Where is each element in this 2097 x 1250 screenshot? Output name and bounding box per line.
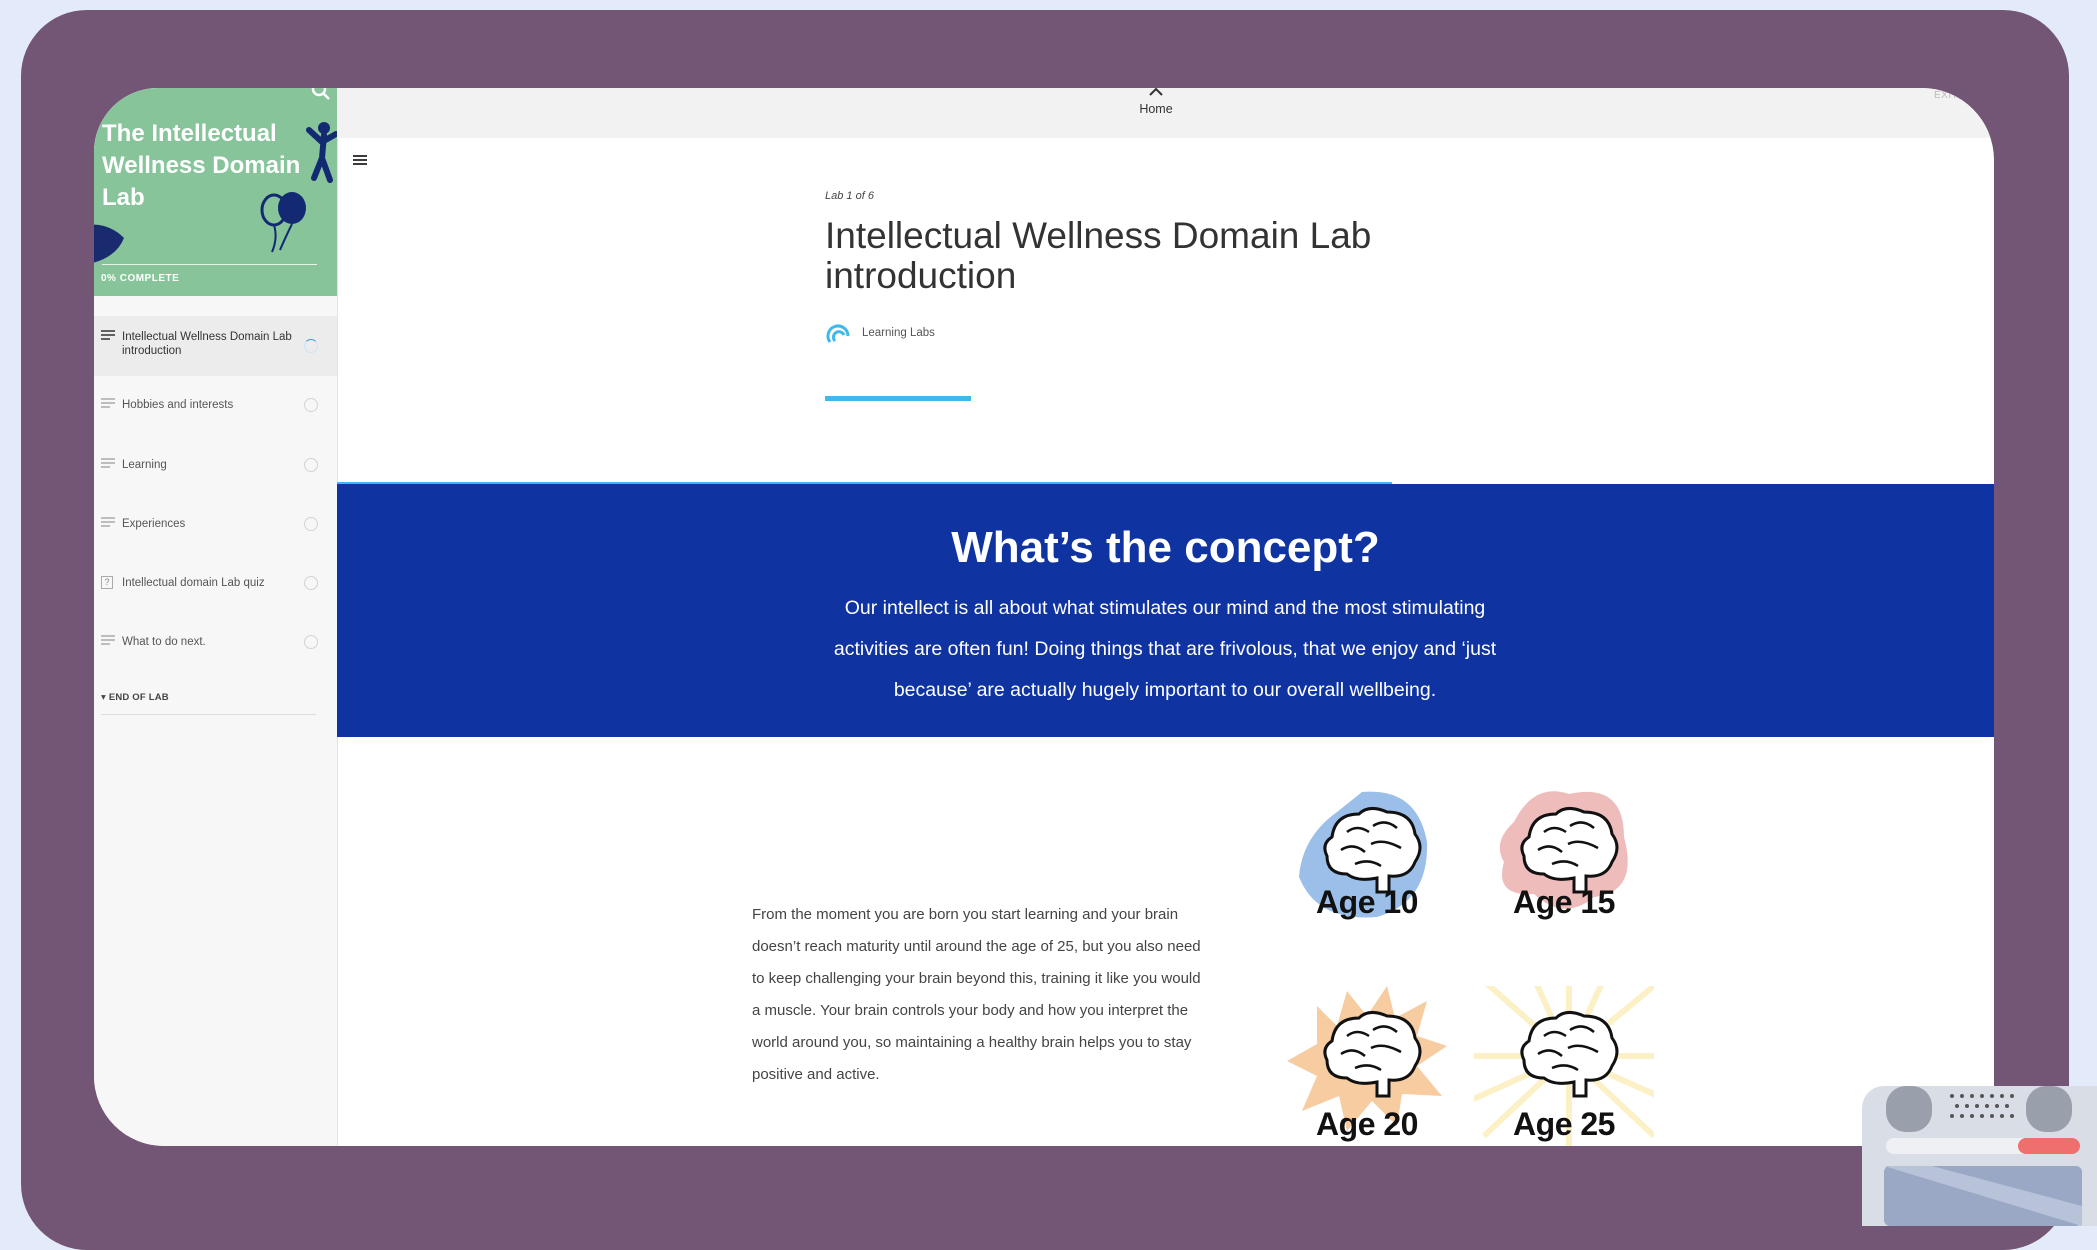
author-name: Learning Labs bbox=[862, 327, 935, 339]
brain-paragraph: From the moment you are born you start l… bbox=[752, 906, 1201, 1083]
in-progress-icon bbox=[304, 339, 318, 353]
incomplete-icon bbox=[304, 398, 318, 412]
concept-banner: What’s the concept? Our intellect is all… bbox=[337, 484, 1994, 737]
incomplete-icon bbox=[304, 517, 318, 531]
sidebar-item-label: Intellectual Wellness Domain Lab introdu… bbox=[122, 331, 292, 357]
header-divider bbox=[102, 264, 317, 265]
sidebar-item-learning[interactable]: Learning bbox=[94, 458, 337, 488]
top-bar: Home EXIT CO bbox=[337, 88, 1994, 138]
sidebar-item-hobbies[interactable]: Hobbies and interests bbox=[94, 398, 337, 428]
brain-age-25-image: Age 25 bbox=[1474, 986, 1654, 1146]
incomplete-icon bbox=[304, 458, 318, 472]
sidebar-item-introduction[interactable]: Intellectual Wellness Domain Lab introdu… bbox=[94, 316, 337, 376]
incomplete-icon bbox=[304, 635, 318, 649]
sidebar-item-label: Learning bbox=[122, 459, 167, 471]
incomplete-icon bbox=[304, 576, 318, 590]
device-graphic bbox=[1884, 1086, 2082, 1226]
sidebar-item-label: What to do next. bbox=[122, 636, 206, 648]
home-link[interactable]: Home bbox=[1133, 102, 1179, 116]
text-lines-icon bbox=[101, 635, 115, 645]
progress-label: 0% COMPLETE bbox=[101, 273, 180, 284]
sidebar-item-quiz[interactable]: ? Intellectual domain Lab quiz bbox=[94, 576, 337, 606]
sidebar-item-next-steps[interactable]: What to do next. bbox=[94, 635, 337, 665]
quiz-icon: ? bbox=[101, 576, 113, 589]
device-illustration bbox=[1862, 1086, 2097, 1226]
text-lines-icon bbox=[101, 330, 115, 340]
course-sidebar: The Intellectual Wellness Domain Lab 0% … bbox=[94, 88, 338, 1146]
sidebar-item-label: Intellectual domain Lab quiz bbox=[122, 577, 265, 589]
balloons-icon bbox=[260, 192, 306, 253]
lesson-screen: The Intellectual Wellness Domain Lab 0% … bbox=[94, 88, 1994, 1146]
brain-age-15-image: Age 15 bbox=[1474, 782, 1654, 942]
decorative-blob bbox=[94, 224, 124, 263]
lesson-title: Intellectual Wellness Domain Lab introdu… bbox=[825, 215, 1372, 296]
age-label: Age 25 bbox=[1513, 1106, 1615, 1142]
search-icon[interactable] bbox=[310, 88, 332, 102]
text-lines-icon bbox=[101, 517, 115, 527]
end-of-lab-label: END OF LAB bbox=[108, 692, 169, 703]
chevron-up-icon[interactable] bbox=[1149, 88, 1163, 96]
age-label: Age 10 bbox=[1316, 884, 1418, 920]
age-label: Age 20 bbox=[1316, 1106, 1418, 1142]
menu-icon[interactable] bbox=[352, 154, 368, 166]
brain-age-10-image: Age 10 bbox=[1277, 782, 1457, 942]
course-header: The Intellectual Wellness Domain Lab 0% … bbox=[94, 88, 337, 296]
jumping-person-icon bbox=[306, 122, 337, 183]
sidebar-item-label: Hobbies and interests bbox=[122, 399, 234, 411]
text-lines-icon bbox=[101, 458, 115, 468]
exit-course-link[interactable]: EXIT CO bbox=[1934, 90, 1977, 101]
brain-age-20-image: Age 20 bbox=[1277, 986, 1457, 1146]
lesson-counter: Lab 1 of 6 bbox=[825, 190, 874, 202]
caret-down-icon: ▾ bbox=[101, 692, 109, 703]
sidebar-divider bbox=[101, 714, 316, 715]
text-lines-icon bbox=[101, 398, 115, 408]
sidebar-item-label: Experiences bbox=[122, 518, 186, 530]
sidebar-item-experiences[interactable]: Experiences bbox=[94, 517, 337, 547]
title-accent-bar bbox=[825, 396, 971, 401]
age-label: Age 15 bbox=[1513, 884, 1615, 920]
end-of-lab-section[interactable]: ▾ END OF LAB bbox=[101, 692, 169, 703]
concept-body: Our intellect is all about what stimulat… bbox=[833, 597, 1497, 701]
learning-labs-logo-icon bbox=[826, 324, 850, 343]
concept-heading: What’s the concept? bbox=[951, 523, 1380, 572]
